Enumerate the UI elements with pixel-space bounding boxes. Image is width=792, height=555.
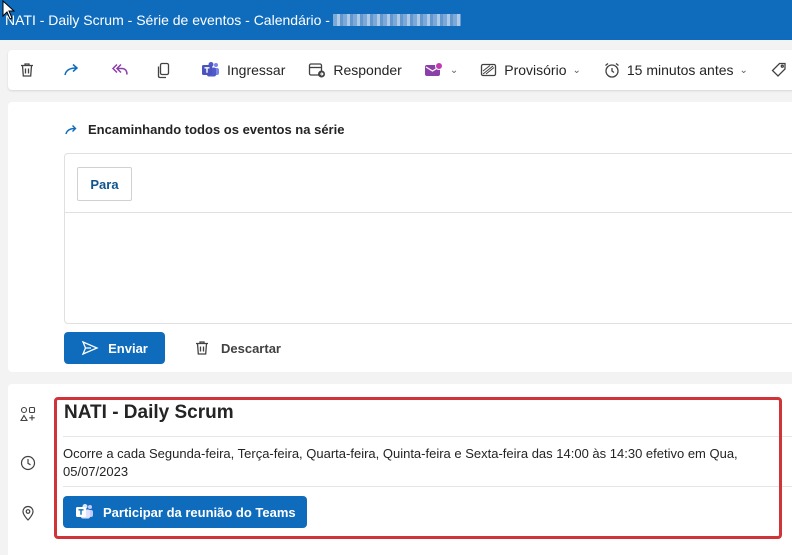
- redacted-account: [332, 14, 461, 26]
- reminder-label: 15 minutos antes: [626, 62, 734, 78]
- mouse-cursor-icon: [2, 0, 16, 20]
- toolbar: Ingressar Responder ⌄ Provisório ⌄ 15 mi…: [8, 50, 792, 90]
- reply-all-button[interactable]: [102, 54, 136, 86]
- chevron-down-icon[interactable]: ⌄: [450, 65, 458, 76]
- clock-icon: [20, 455, 36, 471]
- respond-button[interactable]: Responder: [301, 54, 408, 86]
- respond-button-label: Responder: [333, 62, 402, 78]
- categorize-button[interactable]: Ca: [764, 54, 792, 86]
- message-body[interactable]: [65, 213, 792, 323]
- forward-heading: Encaminhando todos os eventos na série: [64, 122, 344, 137]
- discard-button-label: Descartar: [221, 340, 281, 356]
- copy-button[interactable]: [150, 54, 178, 86]
- forward-arrow-icon: [64, 63, 79, 76]
- forward-arrow-icon: [65, 124, 77, 134]
- meeting-shapes-icon: [20, 406, 36, 422]
- location-pin-icon: [22, 505, 34, 521]
- delete-button[interactable]: [12, 54, 42, 86]
- forward-heading-text: Encaminhando todos os eventos na série: [88, 122, 345, 137]
- send-button[interactable]: Enviar: [64, 332, 165, 364]
- calendar-reply-icon: [309, 63, 326, 78]
- to-button[interactable]: Para: [77, 167, 132, 201]
- tag-icon: [771, 62, 786, 77]
- window-title: NATI - Daily Scrum - Série de eventos - …: [5, 12, 330, 28]
- copy-icon: [157, 62, 170, 79]
- join-button[interactable]: Ingressar: [195, 54, 291, 86]
- forward-button[interactable]: [56, 54, 88, 86]
- chevron-down-icon: ⌄: [572, 64, 581, 76]
- forward-actions: Enviar Descartar: [64, 332, 281, 364]
- join-button-label: Ingressar: [227, 62, 286, 78]
- trash-icon: [21, 63, 33, 77]
- status-pattern-icon: [481, 63, 497, 77]
- forward-panel: Encaminhando todos os eventos na série P…: [8, 102, 792, 372]
- send-button-label: Enviar: [108, 340, 148, 356]
- status-dropdown[interactable]: Provisório ⌄: [474, 54, 587, 86]
- highlight-box: [54, 397, 782, 539]
- status-label: Provisório: [504, 62, 567, 78]
- reply-all-icon: [111, 63, 128, 75]
- recipient-box: Para: [64, 153, 792, 324]
- alarm-clock-icon: [604, 62, 619, 78]
- chevron-down-icon: ⌄: [739, 64, 748, 76]
- onenote-button[interactable]: ⌄: [418, 54, 464, 86]
- reminder-dropdown[interactable]: 15 minutos antes ⌄: [597, 54, 754, 86]
- teams-icon: [202, 62, 219, 77]
- mail-purple-icon: [424, 62, 443, 76]
- window-titlebar: NATI - Daily Scrum - Série de eventos - …: [0, 0, 792, 40]
- to-row[interactable]: Para: [65, 154, 792, 213]
- send-icon: [81, 340, 99, 356]
- discard-button[interactable]: Descartar: [193, 339, 281, 357]
- trash-icon: [196, 341, 208, 355]
